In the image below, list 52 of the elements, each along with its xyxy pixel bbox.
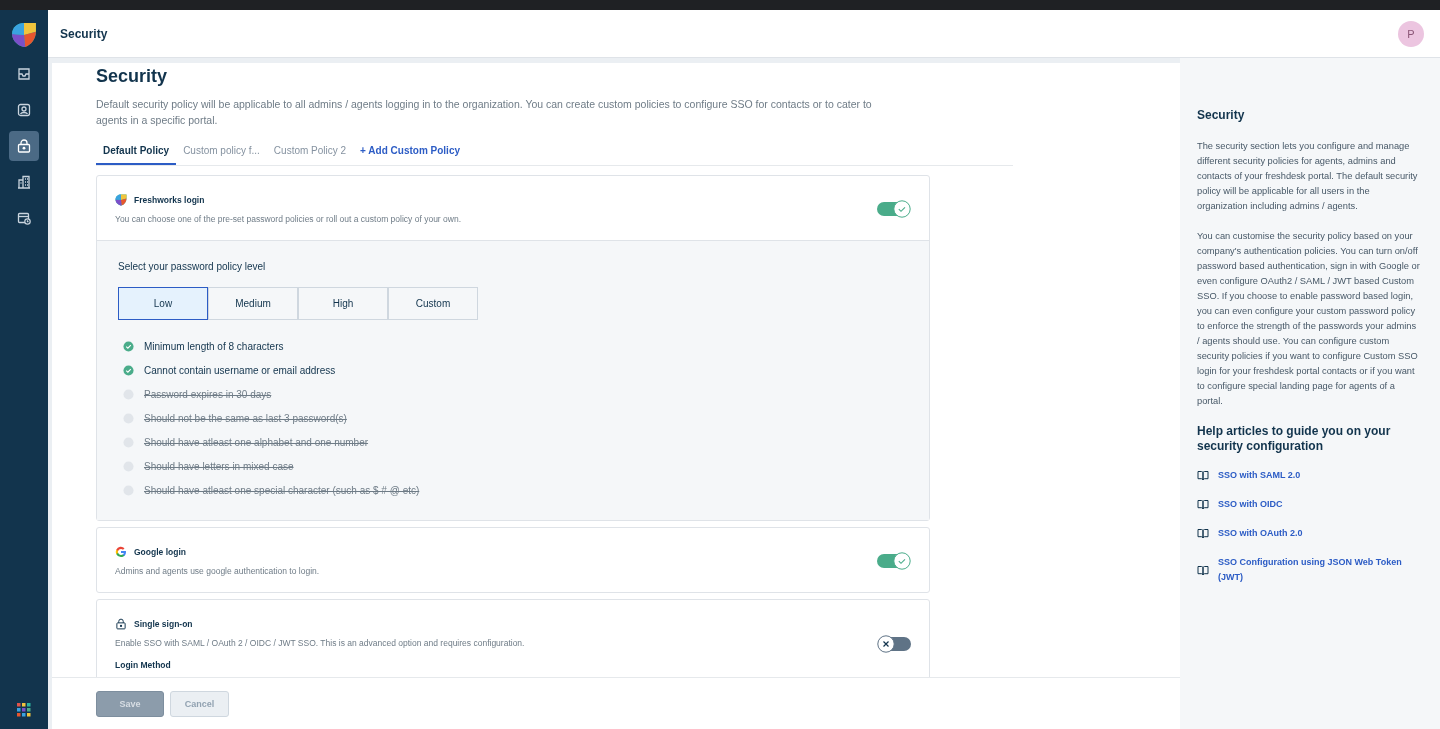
google-g-icon: [115, 546, 127, 558]
login-method-description: Enable SSO with SAML / OAuth 2 / OIDC / JWT SSO. This is an advanced option and requires configuration.: [115, 638, 525, 648]
policy-tab[interactable]: Custom Policy 2: [266, 142, 354, 165]
building-icon: [16, 174, 32, 190]
calendar-icon: [16, 210, 32, 226]
policy-level-button[interactable]: Medium: [208, 287, 298, 320]
help-article-link[interactable]: SSO with OIDC: [1218, 497, 1283, 512]
help-paragraph: You can customise the security policy based on your company's authentication policies. You can turn on/off password based authentication, sign in with Google or even configure OAuth2 / SAML / JWT based Custom SSO. If you choose to enable password based login, you can even configure your custom password policy to enforce the strength of the passwords your admins / agents should use. You can configure custom security policies if you want to configure Custom SSO login for your freshdesk portal contacts or if you want to configure special landing page for agents of a portal.: [1197, 230, 1420, 408]
book-icon: [1197, 564, 1209, 576]
page-description: Default security policy will be applicable to all admins / agents logging in to the organization. You can create custom policies to configure SSO for contacts or to cater to agents in a specific portal.: [96, 97, 873, 128]
help-article-link[interactable]: SSO with SAML 2.0: [1218, 468, 1301, 483]
login-method-title: Freshworks login: [134, 195, 205, 205]
toggle-switch[interactable]: [877, 635, 911, 653]
policy-tab[interactable]: Default Policy: [96, 142, 177, 165]
help-article-link[interactable]: SSO with OAuth 2.0: [1218, 526, 1303, 541]
apps-grid-icon[interactable]: [17, 703, 31, 717]
section-subheading: Login Method: [115, 660, 172, 670]
book-icon: [1197, 499, 1209, 510]
lock-icon: [16, 138, 32, 154]
login-method-title: Single sign-on: [134, 619, 193, 629]
help-title: Security: [1197, 108, 1246, 122]
login-method-description: You can choose one of the pre-set password policies or roll out a custom policy of your own.: [115, 214, 461, 224]
sidebar-item[interactable]: [9, 131, 39, 161]
help-article-link[interactable]: SSO Configuration using JSON Web Token (JWT): [1218, 555, 1420, 585]
book-icon: [1197, 528, 1209, 539]
policy-level-button[interactable]: Custom: [388, 287, 478, 320]
app-logo[interactable]: [11, 22, 37, 48]
policy-level-button[interactable]: High: [298, 287, 388, 320]
help-articles-heading: Help articles to guide you on your security configuration: [1197, 424, 1392, 454]
toggle-switch[interactable]: [877, 200, 911, 218]
inbox-icon: [16, 66, 32, 82]
add-custom-policy-link[interactable]: + Add Custom Policy: [353, 142, 467, 165]
policy-rule: Should have atleast one special character (such as $ # @ etc): [144, 484, 420, 496]
page-title: Security: [96, 66, 169, 87]
policy-heading: Select your password policy level: [118, 261, 267, 272]
lock-icon: [115, 618, 127, 630]
login-method-description: Admins and agents use google authentication to login.: [115, 566, 320, 576]
policy-tab[interactable]: Custom policy f...: [176, 142, 267, 165]
user-avatar[interactable]: P: [1398, 20, 1424, 47]
policy-rule: Should have atleast one alphabet and one number: [144, 436, 369, 448]
policy-rule: Password expires in 30 days: [144, 388, 272, 400]
toggle-switch[interactable]: [877, 552, 911, 570]
login-method-title: Google login: [134, 547, 186, 557]
contact-icon: [16, 102, 32, 118]
policy-rule: Should have letters in mixed case: [144, 460, 294, 472]
policy-rule: Cannot contain username or email address: [144, 364, 336, 376]
help-paragraph: The security section lets you configure and manage different security policies for agents, admins and contacts of your freshdesk portal. The default security policy will be applicable for all users in the organization including admins / agents.: [1197, 140, 1419, 213]
policy-level-button[interactable]: Low: [118, 287, 208, 320]
policy-rule: Should not be the same as last 3 password(s): [144, 412, 347, 424]
page-header-title: Security: [60, 26, 108, 41]
policy-rule: Minimum length of 8 characters: [144, 340, 284, 352]
book-icon: [1197, 470, 1209, 481]
